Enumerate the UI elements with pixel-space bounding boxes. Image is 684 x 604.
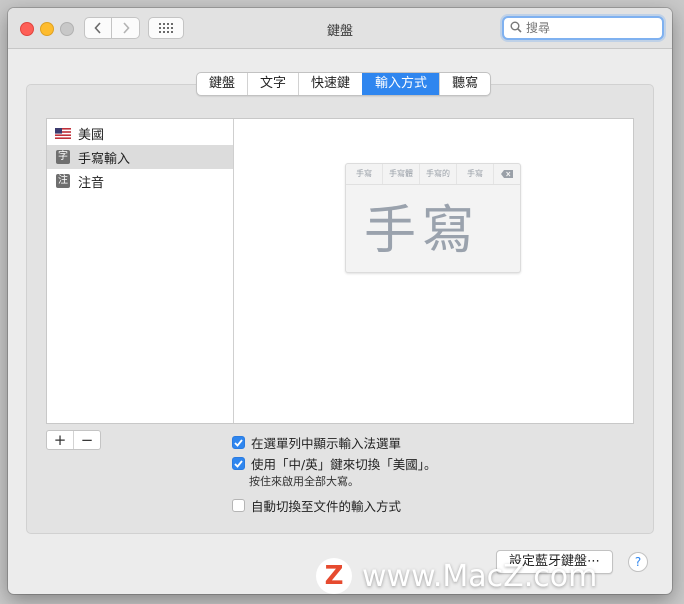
checkmark-icon <box>234 459 243 468</box>
remove-button[interactable]: − <box>73 431 100 449</box>
caps-switch-option[interactable]: 使用「中/英」鍵來切換「美國」。 <box>232 454 436 473</box>
help-button[interactable]: ? <box>628 552 648 572</box>
input-sources-box: 美國 字 手寫輸入 注 注音 手寫 手寫體 手寫的 手寫 手寫 <box>46 118 634 424</box>
search-input[interactable] <box>526 20 656 36</box>
candidate-bar: 手寫 手寫體 手寫的 手寫 <box>346 164 520 185</box>
list-item-label: 美國 <box>78 127 105 143</box>
tab-bar: 鍵盤 文字 快速鍵 輸入方式 聽寫 <box>196 72 492 96</box>
list-item-handwriting[interactable]: 字 手寫輸入 <box>47 145 233 169</box>
list-item-label: 手寫輸入 <box>78 151 131 167</box>
auto-switch-checkbox[interactable] <box>232 499 245 512</box>
watermark-logo: Z <box>316 558 352 594</box>
checkmark-icon <box>234 438 243 447</box>
tab-text[interactable]: 文字 <box>247 73 298 95</box>
tab-dictation[interactable]: 聽寫 <box>439 73 490 95</box>
auto-switch-label: 自動切換至文件的輸入方式 <box>251 499 402 514</box>
add-button[interactable]: + <box>47 431 73 449</box>
show-menu-label: 在選單列中顯示輸入法選單 <box>251 436 402 451</box>
handwriting-icon: 字 <box>56 150 70 164</box>
input-source-list: 美國 字 手寫輸入 注 注音 <box>47 119 234 423</box>
caps-hint: 按住來啟用全部大寫。 <box>249 475 359 488</box>
watermark: Z www.MacZ.com <box>316 556 597 596</box>
us-flag-icon <box>55 126 71 140</box>
handwriting-sample: 手寫 <box>364 201 481 261</box>
caps-switch-checkbox[interactable] <box>232 457 245 470</box>
delete-icon <box>494 164 520 184</box>
zhuyin-icon-wrap: 注 <box>55 174 71 188</box>
watermark-text: www.MacZ.com <box>362 558 598 594</box>
candidate: 手寫的 <box>420 164 457 184</box>
show-menu-checkbox[interactable] <box>232 436 245 449</box>
tab-keyboard[interactable]: 鍵盤 <box>197 73 247 95</box>
search-icon <box>510 21 522 33</box>
list-item-us[interactable]: 美國 <box>47 121 233 145</box>
show-menu-option[interactable]: 在選單列中顯示輸入法選單 <box>232 433 401 452</box>
title-bar: 鍵盤 <box>8 8 672 49</box>
zhuyin-icon: 注 <box>56 174 70 188</box>
preferences-window: 鍵盤 鍵盤 文字 快速鍵 輸入方式 聽寫 <box>8 8 672 594</box>
list-item-zhuyin[interactable]: 注 注音 <box>47 169 233 193</box>
auto-switch-option[interactable]: 自動切換至文件的輸入方式 <box>232 496 401 515</box>
list-item-label: 注音 <box>78 175 105 191</box>
caps-switch-label: 使用「中/英」鍵來切換「美國」。 <box>251 457 437 472</box>
handwriting-icon-wrap: 字 <box>55 150 71 164</box>
candidate: 手寫體 <box>383 164 420 184</box>
candidate: 手寫 <box>457 164 494 184</box>
search-field[interactable] <box>502 16 664 40</box>
tab-input-sources[interactable]: 輸入方式 <box>362 73 440 95</box>
handwriting-preview: 手寫 手寫體 手寫的 手寫 手寫 <box>345 163 521 273</box>
tab-shortcuts[interactable]: 快速鍵 <box>298 73 362 95</box>
add-remove-control: + − <box>46 430 101 450</box>
candidate: 手寫 <box>346 164 383 184</box>
